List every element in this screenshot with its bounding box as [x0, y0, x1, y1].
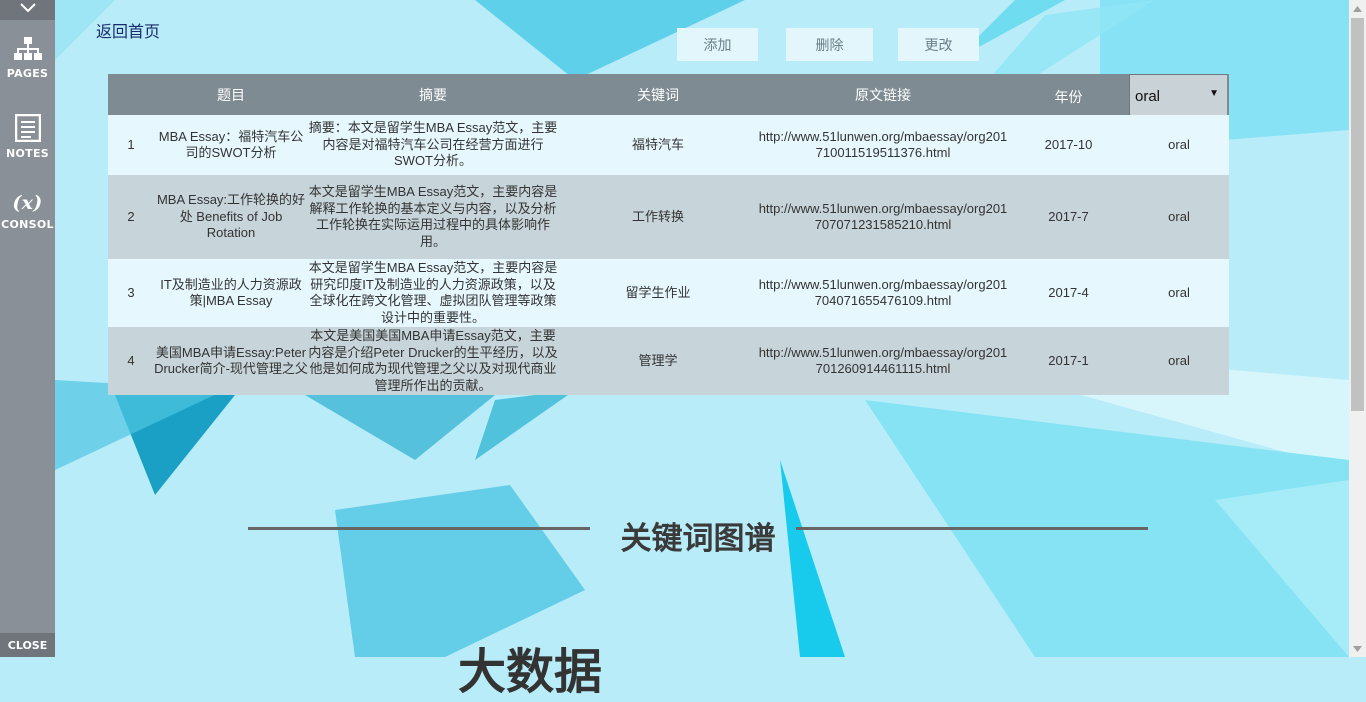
cell-title: MBA Essay：福特汽车公司的SWOT分析 [158, 128, 304, 161]
cell-year: 2017-1 [1048, 352, 1089, 368]
table-row[interactable]: 1 MBA Essay：福特汽车公司的SWOT分析 摘要：本文是留学生MBA E… [108, 115, 1229, 175]
cell-keyword: 留学生作业 [625, 284, 691, 300]
cell-keyword: 管理学 [638, 352, 678, 368]
cell-abstract: 本文是美国美国MBA申请Essay范文，主要内容是介绍Peter Drucker… [308, 328, 558, 393]
divider-right [796, 527, 1148, 530]
cell-link[interactable]: http://www.51lunwen.org/mbaessay/org2017… [758, 277, 1008, 310]
cell-keyword: 工作转换 [631, 208, 684, 224]
cell-type: oral [1168, 136, 1190, 152]
section-title: 关键词图谱 [620, 521, 776, 556]
header-title: 题目 [217, 86, 245, 103]
cell-link[interactable]: http://www.51lunwen.org/mbaessay/org2017… [758, 129, 1008, 162]
table-row[interactable]: 3 IT及制造业的人力资源政策|MBA Essay 本文是留学生MBA Essa… [108, 259, 1229, 327]
cell-index: 3 [127, 284, 135, 300]
sidebar-item-label: CONSOL [1, 218, 54, 231]
cell-year: 2017-4 [1048, 284, 1089, 300]
header-keyword: 关键词 [637, 86, 679, 103]
cell-year: 2017-10 [1044, 136, 1093, 152]
header-index [108, 74, 154, 115]
collapse-toggle[interactable] [0, 0, 55, 20]
table-row[interactable]: 4 美国MBA申请Essay:Peter Drucker简介-现代管理之父 本文… [108, 327, 1229, 395]
delete-button[interactable]: 删除 [786, 28, 873, 61]
cell-title: MBA Essay:工作轮换的好处 Benefits of Job Rotati… [156, 192, 306, 241]
vertical-scrollbar[interactable] [1349, 0, 1366, 657]
edit-button[interactable]: 更改 [898, 28, 979, 61]
side-panel: PAGES NOTES (x) CONSOL CLOSE [0, 0, 55, 657]
select-value: oral [1135, 88, 1161, 105]
essay-table: 题目 摘要 关键词 原文链接 年份 oral ▼ 1 MBA Essay：福特汽… [108, 74, 1229, 395]
table-header: 题目 摘要 关键词 原文链接 年份 oral ▼ [108, 74, 1229, 115]
cell-type: oral [1168, 352, 1190, 368]
sidebar-item-label: PAGES [6, 67, 49, 80]
cell-title: IT及制造业的人力资源政策|MBA Essay [160, 276, 302, 309]
scroll-down-arrow-icon[interactable] [1349, 640, 1366, 657]
cell-abstract: 本文是留学生MBA Essay范文，主要内容是研究印度IT及制造业的人力资源政策… [308, 260, 558, 325]
function-x-icon: (x) [12, 192, 43, 214]
sidebar-item-notes[interactable]: NOTES [0, 113, 55, 160]
sidebar-item-pages[interactable]: PAGES [0, 36, 55, 80]
caret-down-icon: ▼ [1209, 88, 1219, 99]
cell-abstract: 本文是留学生MBA Essay范文，主要内容是解释工作轮换的基本定义与内容，以及… [308, 184, 558, 249]
cell-keyword: 福特汽车 [631, 136, 684, 152]
header-year: 年份 [1054, 88, 1083, 105]
sidebar-item-label: NOTES [6, 147, 49, 160]
header-abstract: 摘要 [419, 86, 447, 103]
sitemap-icon [13, 37, 42, 65]
cell-link[interactable]: http://www.51lunwen.org/mbaessay/org2017… [758, 201, 1008, 234]
sidebar-item-console[interactable]: (x) CONSOL [0, 190, 55, 231]
cell-abstract: 摘要：本文是留学生MBA Essay范文，主要内容是对福特汽车公司在经营方面进行… [308, 120, 558, 169]
divider-left [248, 527, 590, 530]
cell-type: oral [1168, 208, 1190, 224]
type-filter-select[interactable]: oral ▼ [1129, 74, 1227, 115]
cell-index: 4 [127, 352, 135, 368]
cell-year: 2017-7 [1048, 208, 1089, 224]
table-row[interactable]: 2 MBA Essay:工作轮换的好处 Benefits of Job Rota… [108, 175, 1229, 259]
close-panel-button[interactable]: CLOSE [0, 633, 55, 657]
big-heading: 大数据 [458, 646, 603, 699]
scroll-up-arrow-icon[interactable] [1349, 0, 1366, 17]
notes-icon [14, 113, 41, 145]
cell-index: 1 [127, 136, 135, 152]
add-button[interactable]: 添加 [677, 28, 758, 61]
cell-type: oral [1168, 284, 1190, 300]
cell-index: 2 [127, 208, 135, 224]
scrollbar-thumb[interactable] [1351, 18, 1364, 411]
back-home-link[interactable]: 返回首页 [96, 18, 160, 42]
cell-title: 美国MBA申请Essay:Peter Drucker简介-现代管理之父 [154, 344, 308, 377]
header-link: 原文链接 [855, 86, 911, 103]
chevron-down-icon [18, 1, 38, 19]
cell-link[interactable]: http://www.51lunwen.org/mbaessay/org2017… [758, 345, 1008, 378]
